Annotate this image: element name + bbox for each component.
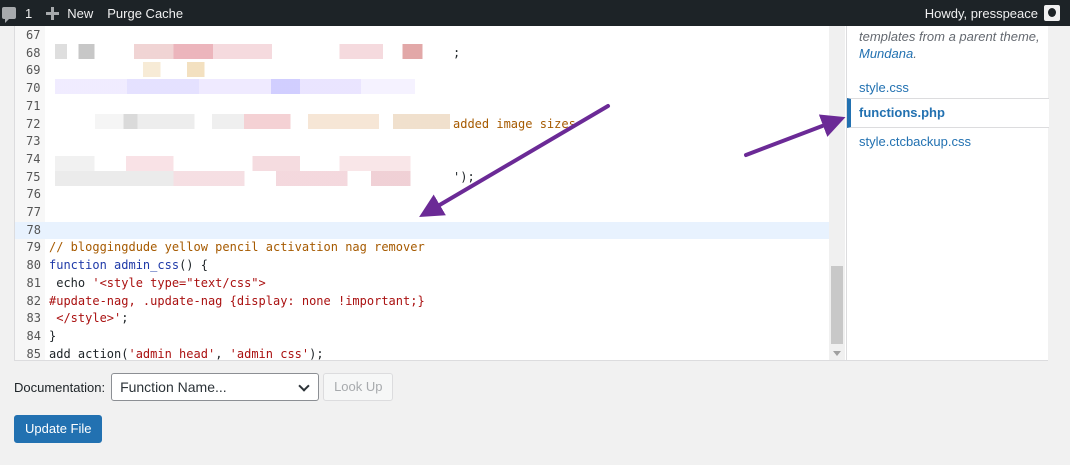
code-token: 'admin_css'	[229, 346, 310, 360]
theme-editor: 67 68; 69 70 71 72 added image sizes 73 74 75 '); 7…	[14, 26, 1049, 361]
avatar	[1044, 5, 1060, 21]
code-text: echo '<style type="text/css">	[49, 275, 266, 293]
comment-icon	[2, 7, 16, 23]
theme-files-panel: templates from a parent theme, Mundana. …	[846, 26, 1049, 360]
code-token: ;	[453, 45, 461, 60]
line-number: 80	[26, 258, 41, 273]
greeting-text: Howdy, presspeace	[924, 5, 1038, 21]
line-number: 67	[26, 28, 41, 42]
line-number: 75	[26, 169, 41, 184]
code-text: ;	[453, 45, 460, 63]
code-token: );	[309, 346, 324, 360]
file-link-functions-php[interactable]: functions.php	[847, 98, 1049, 128]
code-text: add_action('admin_head', 'admin_css');	[49, 346, 324, 360]
line-number: 71	[26, 98, 41, 113]
code-token: admin_css	[114, 258, 180, 273]
line-number: 82	[26, 293, 41, 308]
code-editor[interactable]: 67 68; 69 70 71 72 added image sizes 73 74 75 '); 7…	[15, 26, 845, 360]
code-line-80[interactable]: 80 function admin_css() {	[15, 257, 829, 275]
line-number: 79	[26, 240, 41, 255]
line-number: 81	[26, 275, 41, 290]
code-line-79[interactable]: 79 // bloggingdude yellow pencil activati…	[15, 239, 829, 257]
obscured-code-block	[95, 114, 450, 129]
select-value: Function Name...	[120, 379, 227, 395]
code-token: #update-nag, .update-nag {display: none …	[49, 293, 425, 308]
line-number: 74	[26, 151, 41, 166]
code-line-71[interactable]: 71	[15, 98, 829, 116]
line-number: 84	[26, 328, 41, 343]
obscured-code-block	[55, 171, 450, 186]
code-token: function	[49, 258, 115, 273]
my-account-menu[interactable]: Howdy, presspeace	[925, 0, 1070, 26]
line-number: 76	[26, 187, 41, 202]
theme-files-description: templates from a parent theme, Mundana.	[859, 28, 1044, 62]
code-text: </style>';	[49, 310, 128, 328]
code-token: add_action(	[49, 346, 129, 360]
update-file-button[interactable]: Update File	[14, 415, 103, 443]
obscured-code-block	[55, 79, 415, 94]
line-number: 70	[26, 81, 41, 96]
documentation-row: Documentation: Function Name... Look Up	[14, 373, 394, 401]
chevron-down-icon	[298, 380, 310, 392]
code-token: }	[49, 328, 57, 343]
code-token: 'admin_head'	[128, 346, 216, 360]
code-text: function admin_css() {	[49, 257, 208, 275]
obscured-code-block	[55, 44, 450, 59]
code-token: </style>'	[49, 311, 122, 326]
editor-scrollbar[interactable]	[829, 26, 845, 360]
documentation-label: Documentation:	[14, 379, 106, 395]
comment-count: 1	[25, 5, 33, 21]
code-token: echo	[49, 275, 93, 290]
code-token: ');	[453, 169, 475, 184]
code-line-76[interactable]: 76	[15, 186, 829, 204]
code-line-73[interactable]: 73	[15, 133, 829, 151]
code-text: added image sizes	[453, 116, 576, 134]
code-text: }	[49, 328, 56, 346]
code-line-83[interactable]: 83 </style>';	[15, 310, 829, 328]
code-text: ');	[453, 169, 475, 187]
purge-cache-menu[interactable]: Purge Cache	[100, 0, 190, 26]
line-number: 83	[26, 311, 41, 326]
line-number: 73	[26, 134, 41, 149]
code-token: ,	[215, 346, 230, 360]
purge-cache-label: Purge Cache	[107, 5, 184, 21]
obscured-code-block	[55, 156, 450, 171]
code-text: // bloggingdude yellow pencil activation…	[49, 239, 425, 257]
code-line-82[interactable]: 82 #update-nag, .update-nag {display: non…	[15, 293, 829, 311]
function-name-select[interactable]: Function Name...	[111, 373, 320, 401]
line-number: 85	[26, 346, 41, 360]
code-token: ;	[121, 311, 129, 326]
line-number: 78	[26, 222, 41, 237]
new-content-menu[interactable]: New	[39, 0, 100, 26]
plus-icon	[46, 6, 60, 20]
scroll-down-arrow-icon[interactable]	[833, 351, 841, 356]
code-token: // bloggingdude yellow pencil activation…	[49, 240, 425, 255]
code-line-77[interactable]: 77	[15, 204, 829, 222]
code-line-85[interactable]: 85 add_action('admin_head', 'admin_css');	[15, 346, 829, 360]
code-token: () {	[179, 258, 208, 273]
parent-theme-name: Mundana	[859, 46, 914, 61]
comments-menu[interactable]: 1	[0, 0, 39, 26]
description-text: templates from a parent theme,	[859, 29, 1040, 44]
file-link-style-ctcbackup-css[interactable]: style.ctcbackup.css	[847, 128, 1049, 156]
line-number: 72	[26, 116, 41, 131]
code-line-67[interactable]: 67	[15, 27, 829, 45]
line-number: 77	[26, 205, 41, 219]
code-line-81[interactable]: 81 echo '<style type="text/css">	[15, 275, 829, 293]
new-label: New	[67, 5, 94, 21]
obscured-code-block	[55, 62, 275, 77]
code-text: #update-nag, .update-nag {display: none …	[49, 293, 425, 311]
line-number: 68	[26, 45, 41, 60]
description-suffix: .	[913, 46, 917, 61]
code-line-84[interactable]: 84}	[15, 328, 829, 346]
scrollbar-thumb[interactable]	[831, 266, 843, 344]
code-token: added image sizes	[453, 116, 576, 131]
code-token: '<style type="text/css">	[92, 275, 266, 290]
look-up-button[interactable]: Look Up	[323, 373, 394, 401]
admin-bar: 1 New Purge Cache Howdy, presspeace	[0, 0, 1070, 26]
line-number: 69	[26, 63, 41, 78]
code-line-78[interactable]: 78	[15, 221, 829, 240]
